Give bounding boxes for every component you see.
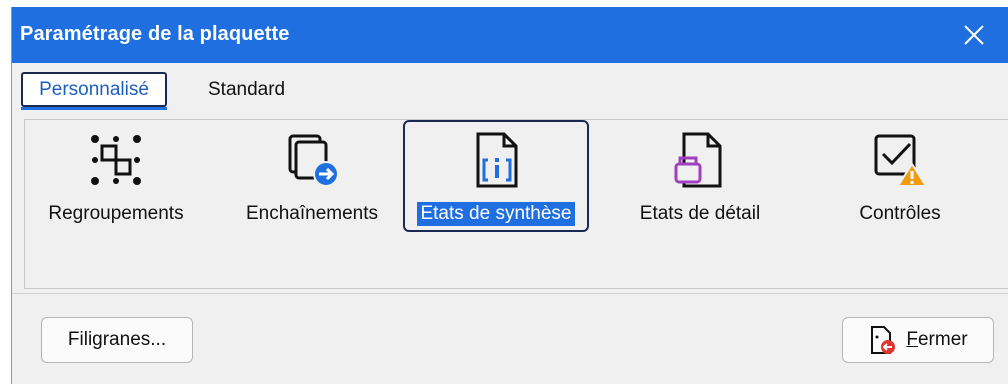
dialog-window: Paramétrage de la plaquette Personnalisé…: [11, 7, 1008, 384]
summary-report-icon: [476, 132, 518, 188]
tool-label-regroupements: Regroupements: [48, 203, 184, 224]
tool-label-etats-de-synthese: Etats de synthèse: [417, 202, 575, 226]
tool-label-etats-de-detail: Etats de détail: [639, 203, 761, 224]
tab-bar: Personnalisé Standard: [12, 63, 1008, 119]
tool-label-enchainements: Enchaînements: [245, 203, 379, 224]
tab-standard[interactable]: Standard: [208, 79, 285, 101]
detail-report-icon: [674, 132, 722, 188]
chaining-icon: [288, 134, 339, 187]
etats-de-synthese-button[interactable]: Etats de synthèse: [403, 120, 589, 232]
footer-divider: [12, 293, 1008, 294]
fermer-mnemonic: F: [906, 329, 918, 350]
etats-de-detail-button[interactable]: Etats de détail: [615, 120, 785, 232]
close-button[interactable]: [939, 7, 1008, 63]
enchainements-button[interactable]: Enchaînements: [227, 120, 397, 232]
controls-warning-icon: [874, 134, 928, 187]
dialog-title: Paramétrage de la plaquette: [20, 23, 290, 45]
title-bar: Paramétrage de la plaquette: [12, 7, 1008, 63]
controles-button[interactable]: Contrôles: [815, 120, 985, 232]
close-icon: [964, 25, 984, 45]
active-tab-indicator: [21, 107, 167, 110]
regroupements-button[interactable]: Regroupements: [31, 120, 201, 232]
grouping-icon: [91, 135, 141, 185]
fermer-label-rest: ermer: [917, 329, 968, 350]
exit-icon: [871, 326, 896, 354]
tab-panel: Regroupements Enchaînements Etats de syn…: [24, 119, 1008, 289]
fermer-button[interactable]: Fermer: [842, 317, 994, 363]
tool-label-controles: Contrôles: [859, 203, 941, 224]
tab-personnalise[interactable]: Personnalisé: [21, 72, 167, 107]
filigranes-button[interactable]: Filigranes...: [41, 317, 193, 363]
fermer-label: Fermer: [906, 329, 967, 351]
